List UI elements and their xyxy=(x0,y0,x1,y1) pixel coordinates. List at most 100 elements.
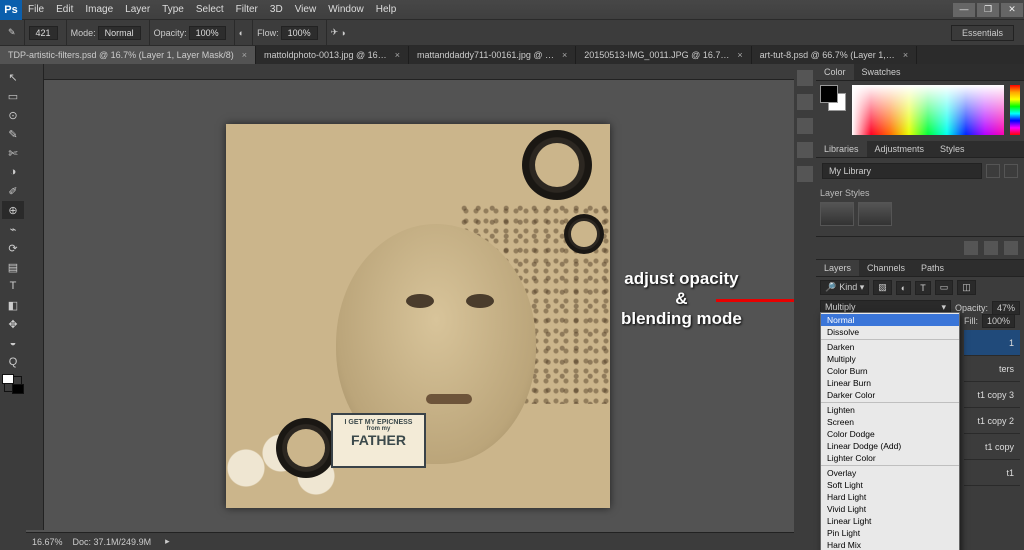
blend-mode-option[interactable]: Dissolve xyxy=(821,326,959,338)
document-canvas[interactable]: I GET MY EPICNESS from my FATHER xyxy=(226,124,610,508)
blend-mode-option[interactable]: Darker Color xyxy=(821,389,959,401)
list-view-icon[interactable] xyxy=(986,164,1000,178)
color-picker-field[interactable] xyxy=(852,85,1004,135)
airbrush-icon[interactable]: ✈ xyxy=(331,27,339,38)
tab-adjustments[interactable]: Adjustments xyxy=(867,141,933,157)
clone-tool[interactable]: ⌁ xyxy=(2,220,24,238)
blend-mode-option[interactable]: Hard Light xyxy=(821,491,959,503)
flow-field[interactable]: 100% xyxy=(281,26,318,40)
menu-filter[interactable]: Filter xyxy=(230,4,264,15)
minimize-button[interactable]: — xyxy=(953,3,975,17)
blend-mode-option[interactable]: Screen xyxy=(821,416,959,428)
canvas-area[interactable]: I GET MY EPICNESS from my FATHER adjust … xyxy=(26,64,794,550)
brush-tool[interactable]: ⊕ xyxy=(2,201,24,219)
style-thumbnail[interactable] xyxy=(820,202,854,226)
blend-mode-menu[interactable]: NormalDissolveDarkenMultiplyColor BurnLi… xyxy=(820,312,960,550)
blend-mode-option[interactable]: Lighter Color xyxy=(821,452,959,464)
document-tab[interactable]: art-tut-8.psd @ 66.7% (Layer 1,…× xyxy=(752,46,917,64)
document-tab[interactable]: TDP-artistic-filters.psd @ 16.7% (Layer … xyxy=(0,46,256,64)
hand-tool[interactable]: ✥ xyxy=(2,315,24,333)
close-tab-icon[interactable]: × xyxy=(903,50,908,60)
foreground-color[interactable] xyxy=(2,374,14,384)
hue-slider[interactable] xyxy=(1010,85,1020,135)
shape-tool[interactable]: ◧ xyxy=(2,296,24,314)
menu-3d[interactable]: 3D xyxy=(264,4,289,15)
blend-mode-option[interactable]: Vivid Light xyxy=(821,503,959,515)
menu-help[interactable]: Help xyxy=(370,4,403,15)
lasso-tool[interactable]: ⊙ xyxy=(2,106,24,124)
menu-select[interactable]: Select xyxy=(190,4,230,15)
filter-adjust-icon[interactable]: ◐ xyxy=(896,281,911,295)
fill-field[interactable]: 100% xyxy=(982,314,1015,328)
menu-layer[interactable]: Layer xyxy=(119,4,156,15)
blend-mode-option[interactable]: Soft Light xyxy=(821,479,959,491)
layer-item[interactable]: ters xyxy=(964,356,1020,382)
close-button[interactable]: ✕ xyxy=(1001,3,1023,17)
tab-swatches[interactable]: Swatches xyxy=(854,64,909,80)
filter-shape-icon[interactable]: ▭ xyxy=(935,280,954,295)
eyedropper-tool[interactable]: ◑ xyxy=(2,163,24,181)
actions-icon[interactable] xyxy=(797,94,813,110)
menu-view[interactable]: View xyxy=(289,4,323,15)
close-tab-icon[interactable]: × xyxy=(242,50,247,60)
pressure-size-icon[interactable]: ◑ xyxy=(340,28,345,38)
blend-mode-option[interactable]: Pin Light xyxy=(821,527,959,539)
pressure-opacity-icon[interactable]: ◐ xyxy=(239,28,244,38)
tab-libraries[interactable]: Libraries xyxy=(816,141,867,157)
tab-layers[interactable]: Layers xyxy=(816,260,859,276)
mode-dropdown[interactable]: Normal xyxy=(98,26,141,40)
library-dropdown[interactable]: My Library xyxy=(822,163,982,179)
type-tool[interactable]: T xyxy=(2,277,24,295)
character-icon[interactable] xyxy=(797,142,813,158)
zoom-tool[interactable]: ◒ xyxy=(2,334,24,352)
opacity-field[interactable]: 100% xyxy=(189,26,226,40)
blend-mode-option[interactable]: Darken xyxy=(821,341,959,353)
tab-color[interactable]: Color xyxy=(816,64,854,80)
sync-icon[interactable] xyxy=(964,241,978,255)
libraries-menu-icon[interactable] xyxy=(984,241,998,255)
close-tab-icon[interactable]: × xyxy=(395,50,400,60)
healing-tool[interactable]: ✐ xyxy=(2,182,24,200)
quickmask-tool[interactable]: Q xyxy=(2,353,24,371)
tab-paths[interactable]: Paths xyxy=(913,260,952,276)
close-tab-icon[interactable]: × xyxy=(737,50,742,60)
menu-image[interactable]: Image xyxy=(79,4,119,15)
blend-mode-option[interactable]: Lighten xyxy=(821,404,959,416)
crop-tool[interactable]: ✄ xyxy=(2,144,24,162)
layer-item[interactable]: t1 copy 2 xyxy=(964,408,1020,434)
blend-mode-option[interactable]: Hard Mix xyxy=(821,539,959,550)
tab-channels[interactable]: Channels xyxy=(859,260,913,276)
delete-icon[interactable] xyxy=(1004,241,1018,255)
workspace-dropdown[interactable]: Essentials xyxy=(951,25,1014,41)
document-tab[interactable]: mattanddaddy711-00161.jpg @ …× xyxy=(409,46,576,64)
eraser-tool[interactable]: ▤ xyxy=(2,258,24,276)
color-swatch[interactable] xyxy=(4,376,22,392)
paragraph-icon[interactable] xyxy=(797,166,813,182)
blend-mode-option[interactable]: Color Dodge xyxy=(821,428,959,440)
grid-view-icon[interactable] xyxy=(1004,164,1018,178)
menu-type[interactable]: Type xyxy=(156,4,190,15)
brush-size-field[interactable]: 421 xyxy=(29,26,58,40)
properties-icon[interactable] xyxy=(797,118,813,134)
zoom-level[interactable]: 16.67% xyxy=(32,537,63,547)
style-thumbnail[interactable] xyxy=(858,202,892,226)
filter-type-icon[interactable]: T xyxy=(915,281,931,295)
status-menu-icon[interactable]: ▸ xyxy=(165,536,170,547)
menu-edit[interactable]: Edit xyxy=(50,4,79,15)
blend-mode-option[interactable]: Normal xyxy=(821,314,959,326)
panel-fg-color[interactable] xyxy=(820,85,838,103)
background-color[interactable] xyxy=(12,384,24,394)
maximize-button[interactable]: ❐ xyxy=(977,3,999,17)
move-tool[interactable]: ↖ xyxy=(2,68,24,86)
filter-image-icon[interactable]: ▧ xyxy=(873,280,892,295)
blend-mode-option[interactable]: Overlay xyxy=(821,467,959,479)
layer-kind-filter[interactable]: 🔎Kind ▾ xyxy=(820,280,869,295)
marquee-tool[interactable]: ▭ xyxy=(2,87,24,105)
layer-item[interactable]: 1 xyxy=(964,330,1020,356)
document-tab[interactable]: 20150513-IMG_0011.JPG @ 16.7…× xyxy=(576,46,751,64)
menu-window[interactable]: Window xyxy=(322,4,370,15)
layer-item[interactable]: t1 copy xyxy=(964,434,1020,460)
tab-styles[interactable]: Styles xyxy=(932,141,973,157)
layer-item[interactable]: t1 xyxy=(964,460,1020,486)
magic-wand-tool[interactable]: ✎ xyxy=(2,125,24,143)
